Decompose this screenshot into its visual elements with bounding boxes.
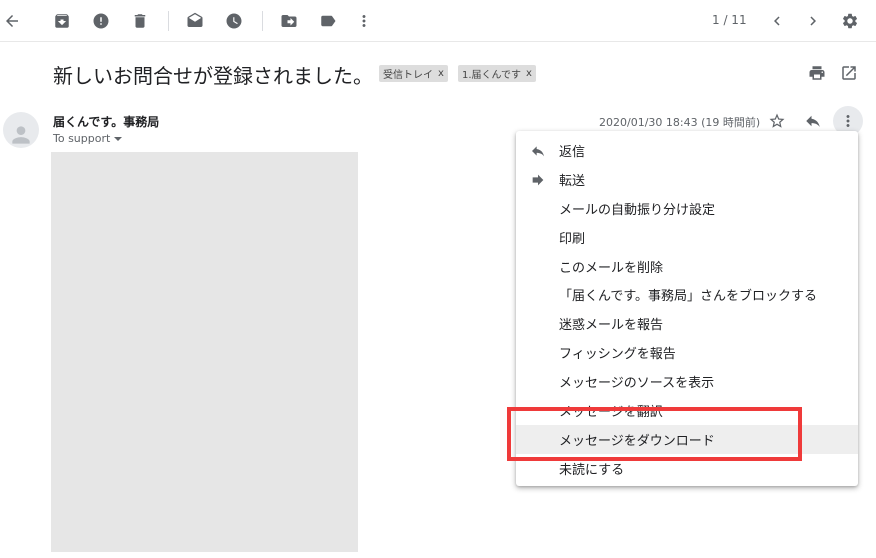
- menu-item-label: 迷惑メールを報告: [559, 318, 664, 334]
- label-chip-text: 受信トレイ: [383, 70, 433, 81]
- menu-item-label: メールの自動振り分け設定: [559, 202, 716, 218]
- report-spam-icon[interactable]: [89, 9, 113, 33]
- person-icon: [12, 126, 30, 144]
- label-remove-icon[interactable]: x: [438, 68, 444, 79]
- menu-item-download-message[interactable]: メッセージをダウンロード: [516, 424, 858, 454]
- caret-down-icon: [114, 136, 123, 141]
- email-body-image: [51, 152, 358, 552]
- menu-item-print[interactable]: 印刷: [516, 223, 858, 252]
- menu-item-translate[interactable]: メッセージを翻訳: [516, 396, 858, 425]
- menu-item-forward[interactable]: 転送: [516, 165, 858, 194]
- menu-item-filter[interactable]: メールの自動振り分け設定: [516, 194, 858, 223]
- menu-item-label: 未読にする: [559, 462, 625, 478]
- back-arrow-icon[interactable]: [0, 9, 24, 33]
- label-icon[interactable]: [316, 9, 340, 33]
- print-icon[interactable]: [805, 61, 829, 85]
- menu-item-show-original[interactable]: メッセージのソースを表示: [516, 367, 858, 396]
- more-vert-icon[interactable]: [352, 9, 376, 33]
- label-chip-todokun[interactable]: 1.届くんです x: [458, 65, 536, 82]
- avatar: [3, 112, 39, 148]
- menu-item-label: メッセージをダウンロード: [559, 433, 715, 449]
- menu-item-label: メッセージを翻訳: [559, 404, 663, 420]
- label-chip-text: 1.届くんです: [462, 70, 522, 81]
- label-remove-icon[interactable]: x: [526, 68, 532, 79]
- menu-item-label: 印刷: [559, 231, 586, 247]
- archive-icon[interactable]: [50, 9, 74, 33]
- menu-item-label: 「届くんです。事務局」さんをブロックする: [559, 289, 818, 305]
- toolbar: 1 / 11: [0, 0, 876, 42]
- menu-item-reply[interactable]: 返信: [516, 136, 858, 165]
- delete-icon[interactable]: [128, 9, 152, 33]
- email-date: 2020/01/30 18:43 (19 時間前): [599, 116, 761, 129]
- chevron-right-icon[interactable]: [801, 9, 825, 33]
- recipient-text: To support: [53, 132, 111, 145]
- chevron-left-icon[interactable]: [765, 9, 789, 33]
- star-icon[interactable]: [765, 109, 789, 133]
- settings-icon[interactable]: [838, 9, 862, 33]
- menu-item-label: メッセージのソースを表示: [559, 376, 715, 392]
- menu-item-report-phishing[interactable]: フィッシングを報告: [516, 338, 858, 367]
- open-in-new-window-icon[interactable]: [837, 61, 861, 85]
- menu-item-delete[interactable]: このメールを削除: [516, 252, 858, 281]
- menu-item-label: 転送: [559, 173, 586, 189]
- email-subject: 新しいお問合せが登録されました。: [53, 64, 373, 88]
- move-to-icon[interactable]: [277, 9, 301, 33]
- sender-name[interactable]: 届くんです。事務局: [53, 113, 159, 130]
- menu-item-label: フィッシングを報告: [559, 347, 676, 363]
- recipient-details[interactable]: To support: [53, 132, 123, 145]
- menu-item-label: このメールを削除: [559, 260, 664, 276]
- forward-icon: [530, 172, 546, 188]
- mark-unread-icon[interactable]: [183, 9, 207, 33]
- pager-count: 1 / 11: [712, 13, 747, 27]
- label-chip-inbox[interactable]: 受信トレイ x: [379, 65, 448, 82]
- snooze-icon[interactable]: [222, 9, 246, 33]
- menu-item-label: 返信: [559, 144, 586, 160]
- reply-icon: [530, 143, 546, 159]
- menu-item-block-sender[interactable]: 「届くんです。事務局」さんをブロックする: [516, 280, 858, 309]
- menu-item-mark-unread[interactable]: 未読にする: [516, 454, 858, 483]
- message-more-menu: 返信 転送 メールの自動振り分け設定 印刷 このメールを削除 「届くんです。事務…: [516, 131, 858, 486]
- reply-icon[interactable]: [801, 109, 825, 133]
- menu-item-report-spam[interactable]: 迷惑メールを報告: [516, 309, 858, 338]
